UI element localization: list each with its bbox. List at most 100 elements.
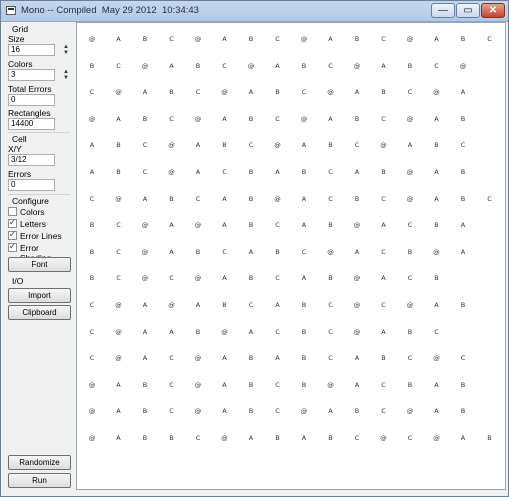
grid-cell[interactable]: @	[188, 274, 208, 282]
grid-cell[interactable]: C	[427, 62, 447, 70]
grid-cell[interactable]: A	[374, 221, 394, 229]
grid-cell[interactable]: C	[82, 328, 102, 336]
grid-cell[interactable]: A	[347, 168, 367, 176]
grid-cell[interactable]: A	[427, 35, 447, 43]
grid-cell[interactable]: B	[400, 381, 420, 389]
grid-cell[interactable]: A	[109, 35, 129, 43]
grid-cell[interactable]: @	[347, 301, 367, 309]
grid-cell[interactable]: C	[374, 301, 394, 309]
grid-cell[interactable]: C	[400, 88, 420, 96]
grid-cell[interactable]: B	[480, 434, 500, 442]
grid-cell[interactable]: C	[241, 141, 261, 149]
grid-cell[interactable]: A	[82, 168, 102, 176]
grid-cell[interactable]: C	[347, 141, 367, 149]
grid-cell[interactable]: @	[321, 248, 341, 256]
grid-cell[interactable]: B	[82, 248, 102, 256]
grid-cell[interactable]: B	[241, 115, 261, 123]
grid-cell[interactable]: @	[453, 62, 473, 70]
grid-cell[interactable]: B	[162, 434, 182, 442]
grid-cell[interactable]: A	[135, 195, 155, 203]
grid-cell[interactable]: B	[427, 274, 447, 282]
grid-cell[interactable]: B	[135, 381, 155, 389]
grid-cell[interactable]: A	[135, 354, 155, 362]
grid-cell[interactable]: @	[82, 407, 102, 415]
grid-cell[interactable]: C	[215, 248, 235, 256]
grid-cell[interactable]: C	[82, 195, 102, 203]
grid-cell[interactable]: C	[188, 434, 208, 442]
colors-checkbox[interactable]: Colors	[8, 207, 68, 218]
grid-cell[interactable]: B	[268, 88, 288, 96]
minimize-button[interactable]: —	[431, 3, 455, 18]
grid-cell[interactable]: @	[374, 141, 394, 149]
grid-cell[interactable]: C	[162, 407, 182, 415]
grid-cell[interactable]: @	[268, 141, 288, 149]
grid-cell[interactable]: A	[321, 407, 341, 415]
grid-cell[interactable]: A	[294, 195, 314, 203]
grid-cell[interactable]: A	[374, 62, 394, 70]
letters-checkbox[interactable]: ✓ Letters	[8, 217, 68, 230]
grid-cell[interactable]: @	[82, 35, 102, 43]
grid-cell[interactable]: C	[188, 195, 208, 203]
grid-cell[interactable]: C	[294, 88, 314, 96]
grid-cell[interactable]: @	[82, 381, 102, 389]
grid-cell[interactable]: C	[400, 434, 420, 442]
grid-cell[interactable]: A	[321, 35, 341, 43]
grid-cell[interactable]: B	[374, 88, 394, 96]
grid-cell[interactable]: C	[162, 381, 182, 389]
grid-cell[interactable]: A	[427, 195, 447, 203]
grid-cell[interactable]: B	[400, 62, 420, 70]
grid-cell[interactable]: C	[453, 354, 473, 362]
grid-cell[interactable]: @	[427, 88, 447, 96]
grid-cell[interactable]: @	[400, 301, 420, 309]
grid-cell[interactable]: @	[135, 248, 155, 256]
grid-cell[interactable]: @	[400, 115, 420, 123]
grid-cell[interactable]: A	[321, 115, 341, 123]
grid-cell[interactable]: C	[321, 328, 341, 336]
grid-cell[interactable]: B	[294, 168, 314, 176]
grid-cell[interactable]: A	[215, 35, 235, 43]
spin-down-icon[interactable]: ▼	[62, 75, 70, 81]
grid-cell[interactable]: B	[241, 407, 261, 415]
grid-cell[interactable]: C	[162, 274, 182, 282]
grid-cell[interactable]: @	[188, 354, 208, 362]
grid-cell[interactable]: C	[82, 354, 102, 362]
grid-cell[interactable]: B	[188, 248, 208, 256]
grid-cell[interactable]: B	[453, 407, 473, 415]
grid-cell[interactable]: A	[215, 354, 235, 362]
grid-cell[interactable]: @	[82, 115, 102, 123]
grid-cell[interactable]: A	[427, 381, 447, 389]
grid-cell[interactable]: B	[215, 301, 235, 309]
grid-cell[interactable]: C	[215, 62, 235, 70]
grid-cell[interactable]: B	[294, 381, 314, 389]
clipboard-button[interactable]: Clipboard	[8, 305, 71, 320]
grid-cell[interactable]: @	[427, 248, 447, 256]
grid-cell[interactable]: A	[188, 141, 208, 149]
grid-cell[interactable]: B	[109, 141, 129, 149]
grid-cell[interactable]: A	[294, 141, 314, 149]
grid-cell[interactable]: A	[162, 328, 182, 336]
grid-cell[interactable]: C	[268, 328, 288, 336]
grid-cell[interactable]: B	[241, 35, 261, 43]
grid-cell[interactable]: B	[241, 195, 261, 203]
grid-cell[interactable]: C	[321, 301, 341, 309]
grid-cell[interactable]: B	[215, 141, 235, 149]
grid-cell[interactable]: @	[162, 301, 182, 309]
grid-cell[interactable]: B	[268, 248, 288, 256]
grid-cell[interactable]: @	[109, 88, 129, 96]
grid-cell[interactable]: A	[453, 221, 473, 229]
grid-cell[interactable]: A	[109, 381, 129, 389]
grid-cell[interactable]: C	[135, 141, 155, 149]
grid-cell[interactable]: C	[82, 88, 102, 96]
grid-cell[interactable]: B	[427, 221, 447, 229]
grid-cell[interactable]: A	[162, 248, 182, 256]
grid-cell[interactable]: @	[427, 354, 447, 362]
grid-cell[interactable]: C	[268, 35, 288, 43]
grid-cell[interactable]: B	[294, 301, 314, 309]
grid-cell[interactable]: A	[453, 248, 473, 256]
grid-cell[interactable]: C	[321, 195, 341, 203]
grid-cell[interactable]: A	[374, 274, 394, 282]
grid-cell[interactable]: B	[241, 274, 261, 282]
spin-down-icon[interactable]: ▼	[62, 50, 70, 56]
grid-cell[interactable]: B	[374, 168, 394, 176]
grid-cell[interactable]: C	[188, 88, 208, 96]
